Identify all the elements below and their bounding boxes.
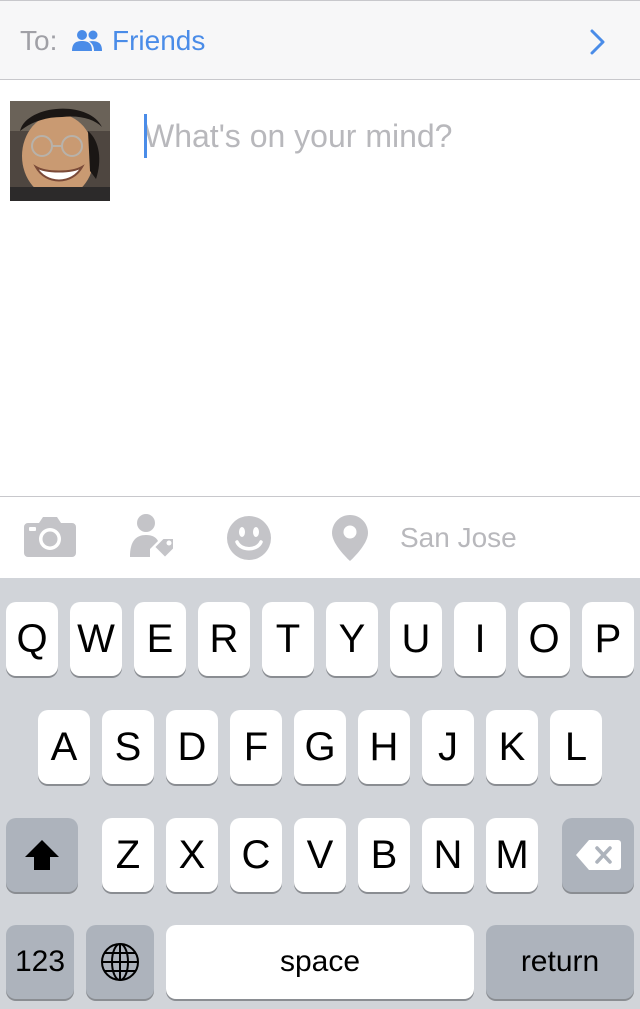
key-e[interactable]: E [134, 602, 186, 676]
key-i[interactable]: I [454, 602, 506, 676]
key-c[interactable]: C [230, 818, 282, 892]
text-caret [144, 114, 147, 158]
key-v[interactable]: V [294, 818, 346, 892]
location-pin-icon[interactable] [332, 515, 368, 561]
key-g[interactable]: G [294, 710, 346, 784]
key-f[interactable]: F [230, 710, 282, 784]
key-b[interactable]: B [358, 818, 410, 892]
space-key[interactable]: space [166, 925, 474, 999]
key-l[interactable]: L [550, 710, 602, 784]
return-key[interactable]: return [486, 925, 634, 999]
tag-people-icon[interactable] [130, 513, 176, 563]
camera-icon[interactable] [24, 515, 76, 557]
shift-key[interactable] [6, 818, 78, 892]
numbers-key[interactable]: 123 [6, 925, 74, 999]
key-x[interactable]: X [166, 818, 218, 892]
key-o[interactable]: O [518, 602, 570, 676]
key-r[interactable]: R [198, 602, 250, 676]
key-p[interactable]: P [582, 602, 634, 676]
key-z[interactable]: Z [102, 818, 154, 892]
user-avatar [10, 101, 110, 201]
key-s[interactable]: S [102, 710, 154, 784]
key-m[interactable]: M [486, 818, 538, 892]
key-u[interactable]: U [390, 602, 442, 676]
globe-icon [101, 943, 139, 981]
key-n[interactable]: N [422, 818, 474, 892]
key-w[interactable]: W [70, 602, 122, 676]
globe-key[interactable] [86, 925, 154, 999]
key-d[interactable]: D [166, 710, 218, 784]
key-a[interactable]: A [38, 710, 90, 784]
attachment-bar: San Jose [0, 496, 640, 578]
key-t[interactable]: T [262, 602, 314, 676]
to-label: To: [20, 25, 58, 56]
status-input[interactable] [144, 112, 604, 160]
location-label[interactable]: San Jose [400, 522, 517, 554]
onscreen-keyboard: QWERTYUIOP ASDFGHJKL ZXCVBNM 123 space r… [0, 578, 640, 1009]
backspace-icon [576, 840, 621, 870]
chevron-right-icon[interactable] [590, 29, 606, 55]
key-q[interactable]: Q [6, 602, 58, 676]
key-k[interactable]: K [486, 710, 538, 784]
friends-icon [72, 30, 102, 51]
key-j[interactable]: J [422, 710, 474, 784]
key-h[interactable]: H [358, 710, 410, 784]
feeling-icon[interactable] [226, 515, 272, 561]
key-y[interactable]: Y [326, 602, 378, 676]
audience-selected[interactable]: Friends [112, 25, 205, 57]
shift-arrow-icon [25, 840, 59, 870]
backspace-key[interactable] [562, 818, 634, 892]
audience-selector[interactable]: To: Friends [0, 0, 640, 80]
